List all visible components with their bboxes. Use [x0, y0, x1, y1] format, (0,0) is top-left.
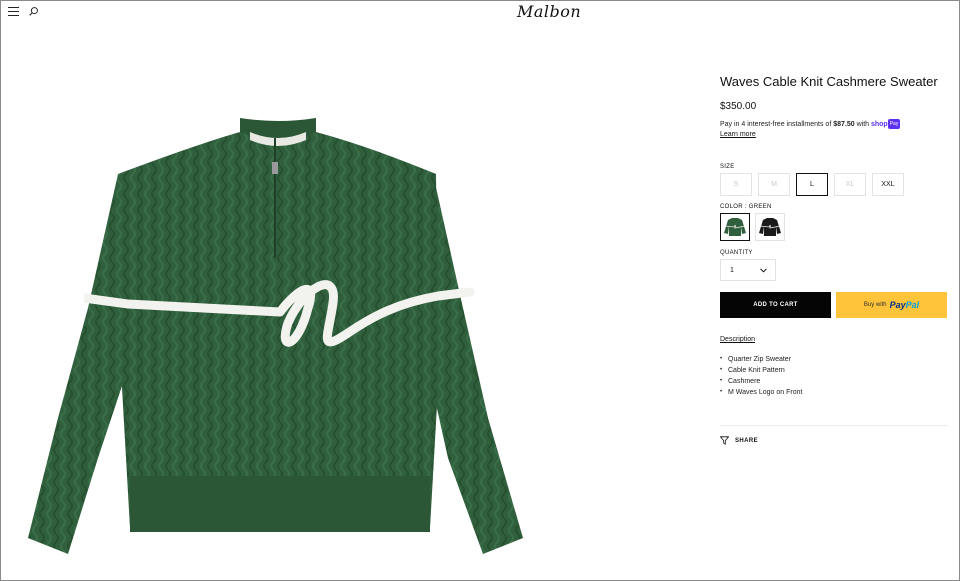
paypal-button[interactable]: Buy with Pay Pal	[836, 292, 947, 318]
size-option-xl[interactable]: XL	[834, 173, 866, 196]
size-option-l[interactable]: L	[796, 173, 828, 196]
size-option-xxl[interactable]: XXL	[872, 173, 904, 196]
filter-share-icon	[720, 436, 729, 445]
green-sweater-thumbnail	[724, 218, 746, 236]
learn-more-link[interactable]: Learn more	[720, 131, 756, 138]
share-button[interactable]: SHARE	[720, 436, 948, 445]
black-sweater-thumbnail	[759, 218, 781, 236]
chevron-down-icon	[760, 267, 767, 273]
color-label: COLOR : GREEN	[720, 204, 772, 210]
share-label: SHARE	[735, 437, 759, 444]
installment-amount: $87.50	[833, 121, 855, 128]
product-info: Waves Cable Knit Cashmere Sweater $350.0…	[720, 74, 948, 445]
quantity-select[interactable]: 1	[720, 259, 776, 281]
sweater-image	[28, 118, 523, 554]
description-item: Quarter Zip Sweater	[720, 354, 948, 365]
shop-pay-badge: Pay	[887, 119, 901, 129]
color-selector	[720, 213, 948, 241]
product-title: Waves Cable Knit Cashmere Sweater	[720, 74, 938, 89]
paypal-logo-pal: Pal	[905, 300, 920, 310]
description-item: Cashmere	[720, 376, 948, 387]
quantity-value: 1	[730, 266, 734, 274]
paypal-logo-pay: Pay	[889, 300, 906, 310]
size-selector: S M L XL XXL	[720, 173, 948, 196]
product-price: $350.00	[720, 101, 757, 112]
installments-prefix: Pay in 4 interest-free installments of	[720, 121, 834, 128]
installments-text: Pay in 4 interest-free installments of $…	[720, 119, 948, 140]
divider	[720, 425, 948, 426]
description-list: Quarter Zip Sweater Cable Knit Pattern C…	[720, 354, 948, 398]
color-swatch-black[interactable]	[755, 213, 785, 241]
add-to-cart-button[interactable]: ADD TO CART	[720, 292, 831, 318]
quantity-label: QUANTITY	[720, 250, 753, 256]
installments-middle: with	[854, 121, 871, 128]
shop-pay-logo: shop	[870, 121, 888, 128]
site-header: Malbon	[0, 0, 960, 26]
description-item: Cable Knit Pattern	[720, 365, 948, 376]
logo[interactable]: Malbon	[517, 2, 581, 21]
purchase-buttons: ADD TO CART Buy with Pay Pal	[720, 292, 948, 318]
size-option-s[interactable]: S	[720, 173, 752, 196]
size-option-m[interactable]: M	[758, 173, 790, 196]
description-heading[interactable]: Description	[720, 336, 755, 343]
color-swatch-green[interactable]	[720, 213, 750, 241]
paypal-prefix: Buy with	[863, 302, 887, 308]
description-item: M Waves Logo on Front	[720, 387, 948, 398]
hamburger-menu-icon[interactable]	[8, 7, 19, 16]
product-image	[18, 118, 538, 564]
size-label: SIZE	[720, 164, 735, 170]
search-icon[interactable]	[28, 6, 39, 17]
